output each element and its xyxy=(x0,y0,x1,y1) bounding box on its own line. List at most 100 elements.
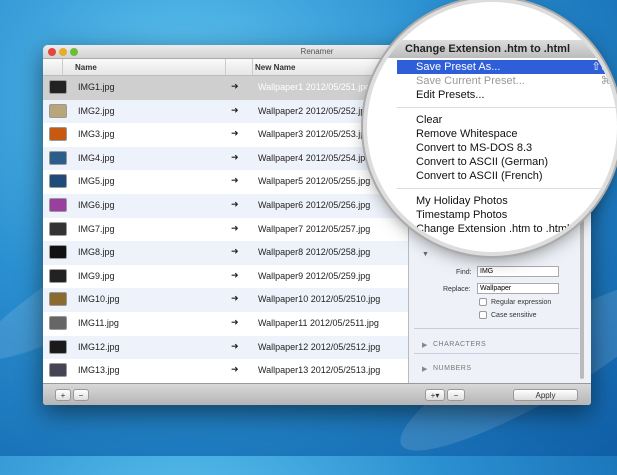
menu-item[interactable]: Save Current Preset... ⌘S xyxy=(397,74,617,88)
file-name: IMG6.jpg xyxy=(78,199,115,210)
characters-section[interactable]: CHARACTERS xyxy=(433,341,486,348)
table-row[interactable]: IMG6.jpg ➜ Wallpaper6 2012/05/256.jpg xyxy=(43,193,408,218)
table-row[interactable]: IMG9.jpg ➜ Wallpaper9 2012/05/259.jpg xyxy=(43,265,408,289)
menu-item-label: Convert to MS-DOS 8.3 xyxy=(416,142,533,154)
menu-item[interactable]: Save Preset As... ⇧⌘S xyxy=(397,60,617,74)
window-title: Renamer xyxy=(300,47,334,56)
menu-item-label: Save Current Preset... xyxy=(416,75,525,87)
menu-item[interactable]: My Holiday Photos xyxy=(397,194,617,208)
zoom-button[interactable] xyxy=(70,48,78,56)
thumbnail-image xyxy=(49,221,67,236)
arrow-icon: ➜ xyxy=(231,316,239,327)
file-name: IMG3.jpg xyxy=(78,129,115,140)
arrow-icon: ➜ xyxy=(231,151,239,162)
thumbnail-image xyxy=(49,80,67,94)
add-file-button[interactable]: + xyxy=(55,389,71,401)
table-row[interactable]: IMG5.jpg ➜ Wallpaper5 2012/05/255.jpg xyxy=(43,170,408,194)
menu-item[interactable]: Timestamp Photos xyxy=(397,208,617,222)
thumbnail-image xyxy=(49,197,67,212)
remove-rule-button[interactable]: − xyxy=(447,389,465,401)
file-name: IMG9.jpg xyxy=(78,270,115,281)
minimize-button[interactable] xyxy=(59,48,67,56)
table-row[interactable]: IMG13.jpg ➜ Wallpaper13 2012/05/2513.jpg xyxy=(43,359,408,383)
table-row[interactable]: IMG11.jpg ➜ Wallpaper11 2012/05/2511.jpg xyxy=(43,312,408,336)
menu-item-label: My Holiday Photos xyxy=(416,195,508,207)
menu-item-label: Save Preset As... xyxy=(416,61,501,73)
checkmark-icon: ✓ xyxy=(402,223,412,235)
replace-input[interactable]: Wallpaper xyxy=(477,283,559,294)
menu-item[interactable]: Convert to MS-DOS 8.3 xyxy=(397,141,617,155)
arrow-icon: ➜ xyxy=(231,222,239,233)
preset-menu: Save Preset As... ⇧⌘S Save Current Preset.… xyxy=(397,60,617,236)
file-name: IMG12.jpg xyxy=(78,341,120,352)
table-header: Name New Name xyxy=(43,59,408,76)
new-file-name: Wallpaper5 2012/05/255.jpg xyxy=(258,176,371,187)
thumbnail-image xyxy=(49,363,67,378)
menu-item[interactable]: Convert to ASCII (French) xyxy=(397,169,617,183)
arrow-icon: ➜ xyxy=(231,293,239,304)
bottom-bar: + − +▾ − Apply xyxy=(43,383,591,405)
arrow-icon: ➜ xyxy=(231,198,239,209)
thumbnail-image xyxy=(49,150,67,165)
shortcut: ⇧⌘S xyxy=(591,61,617,73)
arrow-icon: ➜ xyxy=(231,246,239,257)
column-new-name[interactable]: New Name xyxy=(255,63,295,72)
regex-checkbox[interactable] xyxy=(479,298,487,306)
menu-item[interactable]: Remove Whitespace xyxy=(397,127,617,141)
menu-item-label: Edit Presets... xyxy=(416,89,485,101)
find-label: Find: xyxy=(456,269,472,276)
menu-item-label: Change Extension .htm to .html xyxy=(416,223,570,235)
new-file-name: Wallpaper4 2012/05/254.jpg xyxy=(258,152,371,163)
new-file-name: Wallpaper10 2012/05/2510.jpg xyxy=(258,294,381,305)
close-button[interactable] xyxy=(48,48,56,56)
regex-label: Regular expression xyxy=(491,299,552,306)
table-row[interactable]: IMG12.jpg ➜ Wallpaper12 2012/05/2512.jpg xyxy=(43,335,408,360)
thumbnail-image xyxy=(49,127,67,142)
menu-item-label: Remove Whitespace xyxy=(416,128,518,140)
preset-popup[interactable]: Change Extension .htm to .html xyxy=(367,40,617,58)
table-row[interactable]: IMG3.jpg ➜ Wallpaper3 2012/05/253.jpg xyxy=(43,123,408,147)
table-row[interactable]: IMG8.jpg ➜ Wallpaper8 2012/05/258.jpg xyxy=(43,241,408,265)
menu-item[interactable]: Convert to ASCII (German) xyxy=(397,155,617,169)
menu-item-label: Timestamp Photos xyxy=(416,209,508,221)
arrow-icon: ➜ xyxy=(231,364,239,375)
thumbnail-image xyxy=(49,103,67,118)
file-name: IMG1.jpg xyxy=(78,82,115,92)
new-file-name: Wallpaper2 2012/05/252.jpg xyxy=(258,105,371,116)
file-name: IMG11.jpg xyxy=(78,317,119,328)
new-file-name: Wallpaper1 2012/05/251.jpg xyxy=(258,82,371,92)
apply-button[interactable]: Apply xyxy=(513,389,578,401)
new-file-name: Wallpaper13 2012/05/2513.jpg xyxy=(258,365,381,376)
arrow-icon: ➜ xyxy=(231,175,239,186)
thumbnail-image xyxy=(49,315,67,330)
menu-item[interactable]: Clear xyxy=(397,113,617,127)
new-file-name: Wallpaper8 2012/05/258.jpg xyxy=(258,247,371,258)
magnifier: Change Extension .htm to .html Save Pres… xyxy=(367,2,617,252)
case-checkbox[interactable] xyxy=(479,311,487,319)
add-rule-button[interactable]: +▾ xyxy=(425,389,445,401)
new-file-name: Wallpaper11 2012/05/2511.jpg xyxy=(258,317,379,328)
menu-item[interactable]: ✓ Change Extension .htm to .html xyxy=(397,222,617,236)
table-row[interactable]: IMG1.jpg ➜ Wallpaper1 2012/05/251.jpg xyxy=(43,76,408,100)
thumbnail-image xyxy=(49,174,67,189)
arrow-icon: ➜ xyxy=(231,340,239,351)
column-name[interactable]: Name xyxy=(75,63,97,72)
table-row[interactable]: IMG7.jpg ➜ Wallpaper7 2012/05/257.jpg xyxy=(43,218,408,242)
file-name: IMG8.jpg xyxy=(78,247,115,258)
menu-item-label: Convert to ASCII (French) xyxy=(416,170,543,182)
remove-file-button[interactable]: − xyxy=(73,389,89,401)
shortcut: ⌘S xyxy=(600,75,617,87)
menu-item-label: Clear xyxy=(416,114,443,126)
menu-item[interactable]: Edit Presets... xyxy=(397,88,617,102)
file-name: IMG4.jpg xyxy=(78,152,115,163)
numbers-section[interactable]: NUMBERS xyxy=(433,365,472,372)
new-file-name: Wallpaper6 2012/05/256.jpg xyxy=(258,199,371,210)
file-name: IMG5.jpg xyxy=(78,176,115,187)
table-row[interactable]: IMG4.jpg ➜ Wallpaper4 2012/05/254.jpg xyxy=(43,146,408,171)
find-input[interactable]: IMG xyxy=(477,266,559,277)
arrow-icon: ➜ xyxy=(231,269,239,280)
table-row[interactable]: IMG2.jpg ➜ Wallpaper2 2012/05/252.jpg xyxy=(43,99,408,124)
table-row[interactable]: IMG10.jpg ➜ Wallpaper10 2012/05/2510.jpg xyxy=(43,288,408,312)
file-list: IMG1.jpg ➜ Wallpaper1 2012/05/251.jpg IM… xyxy=(43,76,408,383)
new-file-name: Wallpaper9 2012/05/259.jpg xyxy=(258,270,371,281)
